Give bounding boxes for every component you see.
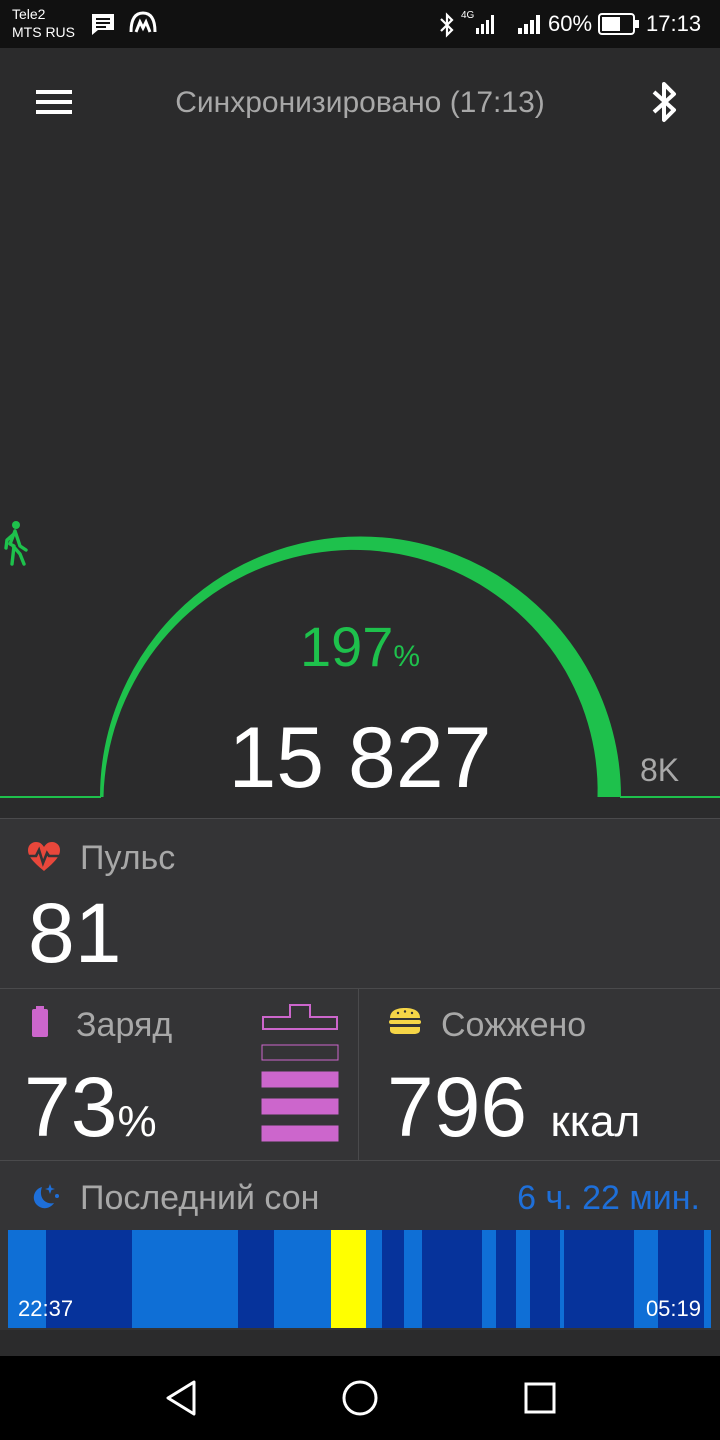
sleep-stage-segment bbox=[132, 1230, 239, 1328]
bluetooth-icon bbox=[652, 82, 676, 122]
back-button[interactable] bbox=[158, 1376, 206, 1420]
burned-card[interactable]: Сожжено 796 ккал bbox=[358, 988, 720, 1160]
status-bar: Tele2 MTS RUS 4G 60% 17:13 bbox=[0, 0, 720, 48]
sync-status[interactable]: Синхронизировано (17:13) bbox=[120, 86, 600, 120]
sleep-stage-segment bbox=[366, 1230, 383, 1328]
sleep-stage-segment bbox=[274, 1230, 332, 1328]
battery-value-wrap: 73% bbox=[24, 1061, 157, 1168]
sleep-stage-segment bbox=[382, 1230, 405, 1328]
app-notification-icon bbox=[129, 11, 157, 33]
battery-percent: 60% bbox=[548, 11, 593, 36]
carrier-2: MTS RUS bbox=[12, 24, 75, 40]
sleep-end-time: 05:19 bbox=[645, 1296, 701, 1321]
battery-level-gauge bbox=[261, 1004, 339, 1142]
sleep-chart[interactable]: 22:37 05:19 bbox=[8, 1230, 711, 1328]
bluetooth-status-icon bbox=[440, 12, 454, 38]
burned-value-wrap: 796 ккал bbox=[387, 1061, 640, 1168]
carrier-1: Tele2 bbox=[12, 6, 46, 22]
home-circle-icon bbox=[342, 1380, 378, 1416]
carrier-names: Tele2 MTS RUS bbox=[12, 5, 75, 41]
signal-4g-icon bbox=[476, 15, 494, 34]
home-button[interactable] bbox=[336, 1376, 384, 1420]
steps-gauge[interactable]: 197% 15 827 8K bbox=[0, 520, 720, 820]
battery-card[interactable]: Заряд 73% bbox=[0, 988, 358, 1160]
sleep-stages bbox=[8, 1230, 711, 1328]
app-bar: Синхронизировано (17:13) bbox=[0, 48, 720, 160]
bluetooth-button[interactable] bbox=[640, 78, 690, 128]
sleep-duration: 6 ч. 22 мин. bbox=[517, 1179, 700, 1217]
sleep-stage-segment bbox=[482, 1230, 497, 1328]
steps-percent-sign: % bbox=[393, 640, 421, 673]
battery-level-bar bbox=[261, 1125, 339, 1142]
pulse-label: Пульс bbox=[80, 839, 176, 877]
battery-level-bar bbox=[261, 1098, 339, 1115]
recents-button[interactable] bbox=[516, 1376, 564, 1420]
sleep-stage-segment bbox=[404, 1230, 423, 1328]
sleep-stage-segment bbox=[530, 1230, 561, 1328]
sleep-stage-segment bbox=[496, 1230, 517, 1328]
menu-button[interactable] bbox=[24, 84, 84, 124]
clock: 17:13 bbox=[646, 11, 702, 36]
recents-square-icon bbox=[524, 1382, 556, 1414]
hamburger-menu-icon bbox=[36, 90, 72, 114]
sleep-label: Последний сон bbox=[80, 1179, 320, 1217]
moon-stars-icon bbox=[33, 1184, 59, 1209]
sleep-stage-segment bbox=[238, 1230, 275, 1328]
message-icon bbox=[92, 14, 114, 35]
burned-value: 796 bbox=[387, 1060, 528, 1154]
sleep-stage-segment bbox=[516, 1230, 531, 1328]
burned-label: Сожжено bbox=[441, 1006, 587, 1044]
battery-level-bar bbox=[261, 1071, 339, 1088]
sleep-stage-segment bbox=[422, 1230, 483, 1328]
signal-icon bbox=[518, 15, 540, 34]
battery-value: 73 bbox=[24, 1060, 118, 1154]
pulse-value: 81 bbox=[28, 886, 122, 980]
battery-label: Заряд bbox=[76, 1006, 173, 1044]
steps-count: 15 827 bbox=[228, 710, 492, 806]
battery-icon bbox=[598, 13, 639, 35]
steps-goal: 8K bbox=[640, 752, 680, 788]
sleep-stage-segment bbox=[331, 1230, 367, 1328]
sleep-start-time: 22:37 bbox=[18, 1296, 74, 1321]
walking-icon bbox=[4, 521, 28, 566]
sleep-stage-segment bbox=[704, 1230, 711, 1328]
battery-small-icon bbox=[32, 1006, 48, 1037]
sleep-stage-segment bbox=[560, 1230, 565, 1328]
steps-percent: 197% bbox=[250, 615, 470, 689]
burned-unit: ккал bbox=[550, 1097, 641, 1146]
back-triangle-icon bbox=[166, 1380, 196, 1416]
pulse-card[interactable]: Пульс 81 bbox=[0, 818, 720, 988]
battery-level-bar bbox=[261, 1044, 339, 1061]
battery-unit: % bbox=[117, 1097, 157, 1146]
sleep-stage-segment bbox=[564, 1230, 635, 1328]
navigation-bar bbox=[0, 1356, 720, 1440]
burger-icon bbox=[389, 1008, 421, 1034]
steps-percent-value: 197 bbox=[299, 615, 394, 678]
heart-pulse-icon bbox=[26, 842, 62, 871]
